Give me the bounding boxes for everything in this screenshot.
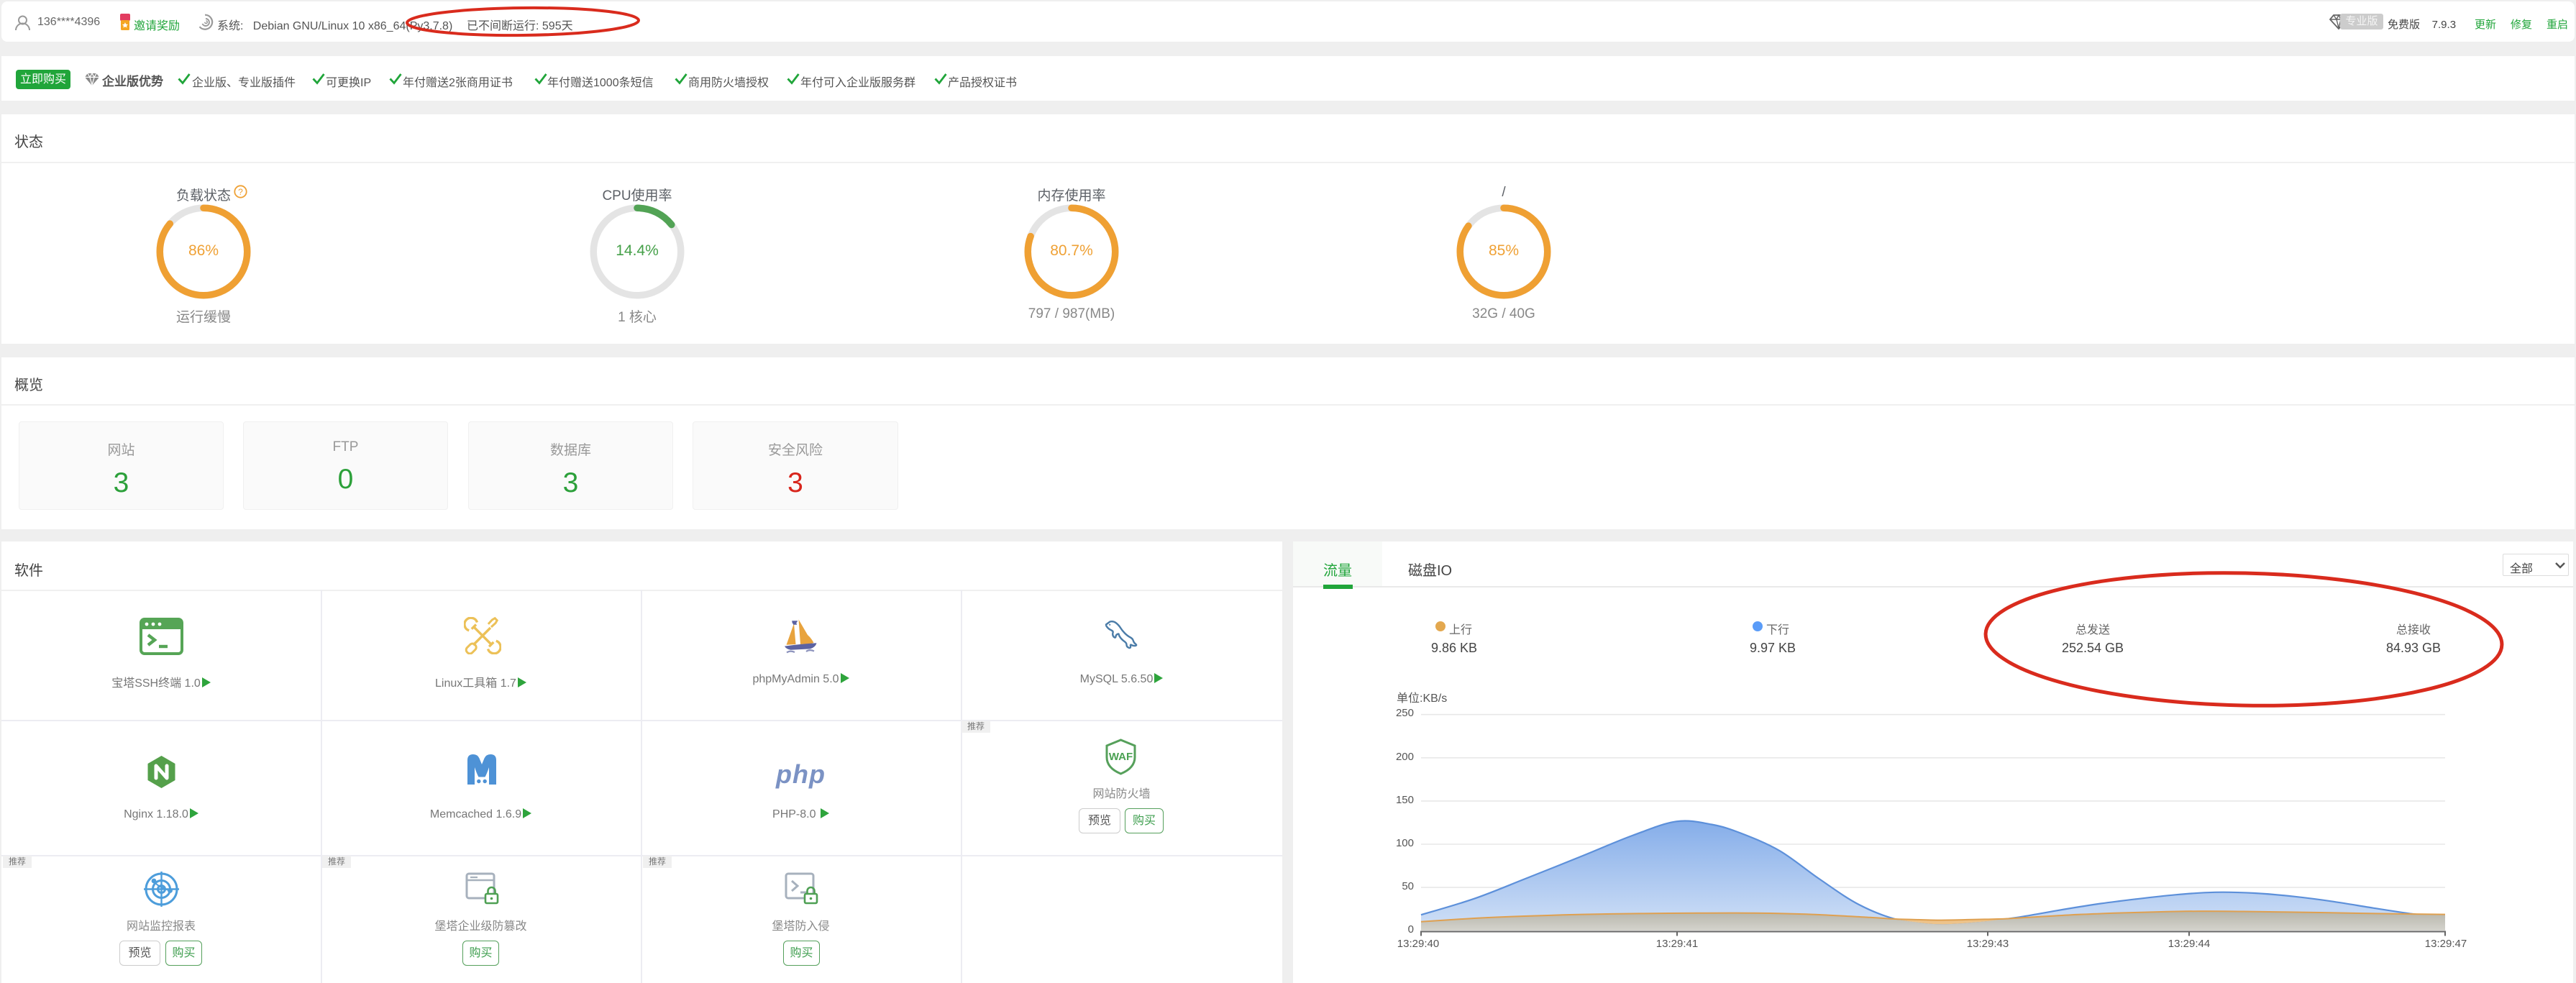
svg-text:WAF: WAF [1109,751,1133,763]
svg-text:?: ? [238,187,243,197]
